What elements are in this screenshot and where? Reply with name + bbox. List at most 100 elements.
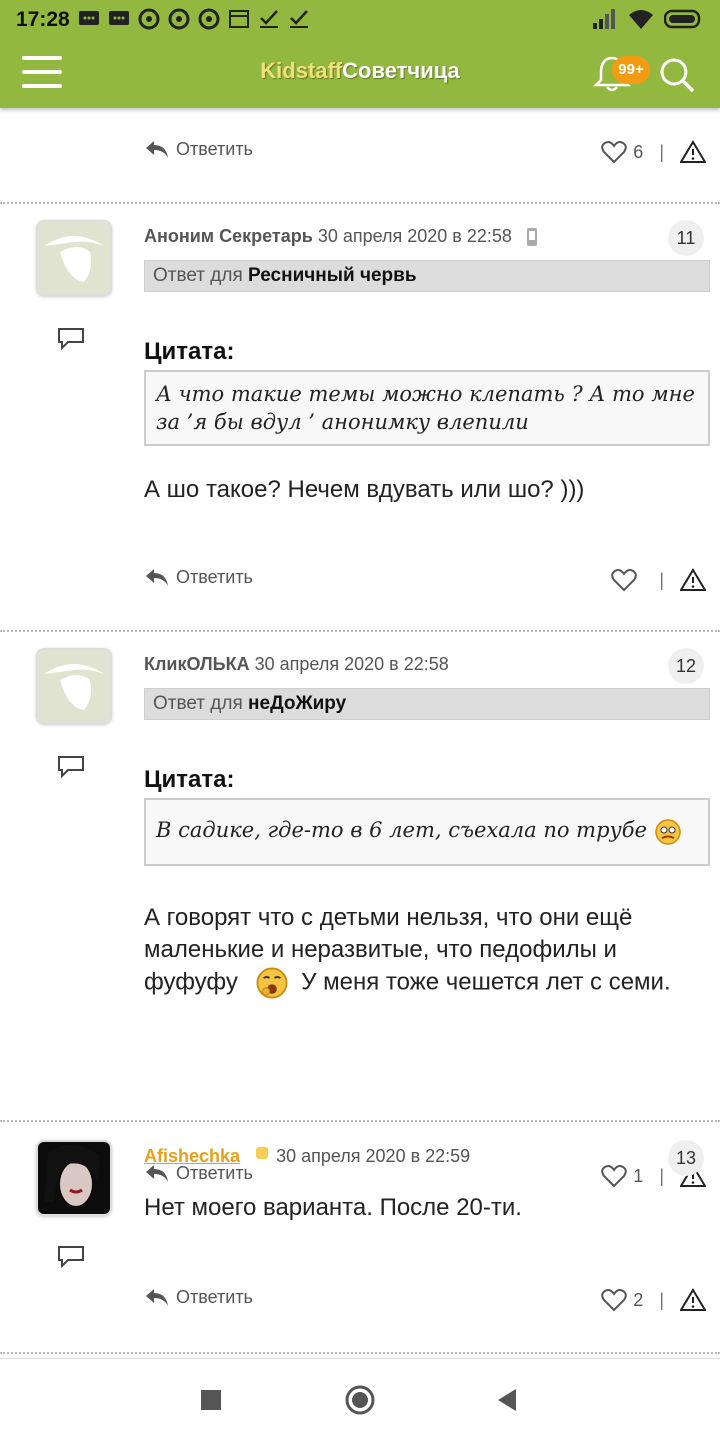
reply-arrow-icon <box>146 569 168 586</box>
chrome-icon <box>138 8 160 30</box>
status-bar: 17:28 <box>0 0 720 40</box>
message-icon <box>79 11 99 25</box>
app-bar: KidstaffСоветчица 99+ <box>0 40 720 108</box>
wifi-icon <box>629 10 653 29</box>
reply-label: Ответить <box>176 138 253 159</box>
like-button[interactable]: 1 <box>601 1164 643 1188</box>
author-name[interactable]: Afishechka <box>144 1146 240 1166</box>
reply-label: Ответить <box>176 566 253 587</box>
recent-apps-icon[interactable] <box>196 1385 226 1415</box>
home-icon[interactable] <box>344 1384 376 1416</box>
heart-icon <box>611 569 638 592</box>
check-icon <box>260 10 278 28</box>
report-warning-icon[interactable] <box>680 568 706 592</box>
like-button[interactable]: 2 <box>601 1288 643 1312</box>
reply-button[interactable]: Ответить <box>144 1286 253 1308</box>
calendar-icon <box>229 10 249 28</box>
status-time: 17:28 <box>16 8 70 31</box>
default-avatar-icon <box>38 222 110 294</box>
private-message-icon[interactable] <box>56 754 86 780</box>
reply-button[interactable]: Ответить <box>144 138 253 160</box>
reply-to-prefix: Ответ для <box>153 693 243 714</box>
private-message-icon[interactable] <box>56 1244 86 1270</box>
heart-icon <box>601 1289 628 1312</box>
comment-number: 12 <box>668 648 704 684</box>
like-count: 1 <box>633 1165 644 1186</box>
like-button[interactable] <box>611 568 643 592</box>
comment-actions: 2 | <box>601 1288 706 1312</box>
quote-title: Цитата: <box>144 338 235 365</box>
default-avatar-icon <box>38 650 110 722</box>
avatar[interactable] <box>36 648 112 724</box>
logo-sovetchica: Советчица <box>342 58 460 83</box>
reply-to-bar[interactable]: Ответ для неДоЖиру <box>144 688 710 720</box>
separator: | <box>659 141 664 162</box>
comment-number: 11 <box>668 220 704 256</box>
reply-to-prefix: Ответ для <box>153 265 243 286</box>
avatar[interactable] <box>36 220 112 296</box>
report-warning-icon[interactable] <box>680 140 706 164</box>
comment-date: 30 апреля 2020 в 22:58 <box>317 226 512 246</box>
app-header: 17:28 KidstaffСоветчица 99+ <box>0 0 720 108</box>
reply-to-name: неДоЖиру <box>248 693 347 714</box>
avatar[interactable] <box>36 1140 112 1216</box>
divider <box>0 630 720 632</box>
message-icon <box>109 11 129 25</box>
check-icon <box>290 10 308 28</box>
user-photo-avatar <box>38 1142 110 1214</box>
comment-actions: 6 | <box>601 140 706 164</box>
like-button[interactable]: 6 <box>601 140 643 164</box>
heart-icon <box>601 141 628 164</box>
reply-to-bar[interactable]: Ответ для Ресничный червь <box>144 260 710 292</box>
comment-meta: Afishechka 30 апреля 2020 в 22:59 <box>144 1146 470 1167</box>
reply-button[interactable]: Ответить <box>144 566 253 588</box>
divider <box>0 1352 720 1354</box>
separator: | <box>659 1165 664 1186</box>
reply-arrow-icon <box>146 1289 168 1306</box>
like-count: 6 <box>633 141 644 162</box>
comment-body: Нет моего варианта. После 20-ти. <box>144 1194 522 1221</box>
confused-smiley-icon <box>654 818 681 845</box>
divider <box>0 202 720 204</box>
chrome-icon <box>198 8 220 30</box>
comment-number: 13 <box>668 1140 704 1176</box>
yawning-smiley-icon <box>256 967 288 999</box>
comment-date: 30 апреля 2020 в 22:59 <box>276 1146 471 1166</box>
comment-meta: КликОЛЬКА 30 апреля 2020 в 22:58 <box>144 654 449 675</box>
reply-to-name: Ресничный червь <box>248 265 417 286</box>
search-icon[interactable] <box>658 56 696 94</box>
comment-actions: | <box>611 568 706 592</box>
quote-block: В садике, где-то в 6 лет, съехала по тру… <box>144 798 710 866</box>
comment-meta: Аноним Секретарь 30 апреля 2020 в 22:58 <box>144 226 539 247</box>
signal-icon <box>593 9 615 29</box>
like-count: 2 <box>633 1289 644 1310</box>
quote-title: Цитата: <box>144 766 235 793</box>
system-status-icons <box>592 8 704 30</box>
report-warning-icon[interactable] <box>680 1288 706 1312</box>
divider <box>0 1120 720 1122</box>
logo-kidstaff: Kidstaff <box>260 58 343 83</box>
reply-arrow-icon <box>146 141 168 158</box>
comment-date: 30 апреля 2020 в 22:58 <box>254 654 449 674</box>
separator: | <box>659 569 664 590</box>
reply-label: Ответить <box>176 1286 253 1307</box>
chrome-icon <box>168 8 190 30</box>
comment-body-word: фуфуфу <box>144 968 238 996</box>
quote-text: В садике, где-то в 6 лет, съехала по тру… <box>156 818 647 842</box>
quote-block: А что такие темы можно клепать ? А то мн… <box>144 370 710 446</box>
system-nav-bar <box>0 1358 720 1440</box>
comment-body-text: А говорят что с детьми нельзя, что они е… <box>144 904 633 963</box>
private-message-icon[interactable] <box>56 326 86 352</box>
mobile-device-icon <box>526 228 537 247</box>
notification-icons <box>78 8 310 30</box>
separator: | <box>659 1289 664 1310</box>
notification-badge: 99+ <box>612 56 650 84</box>
heart-icon <box>601 1165 628 1188</box>
author-name[interactable]: Аноним Секретарь <box>144 226 313 246</box>
battery-icon <box>664 9 701 29</box>
author-name[interactable]: КликОЛЬКА <box>144 654 250 674</box>
comment-body-after: У меня тоже чешется лет с семи. <box>301 968 671 996</box>
back-icon[interactable] <box>492 1385 522 1415</box>
comment-body: А шо такое? Нечем вдувать или шо? ))) <box>144 476 585 503</box>
comment-body: А говорят что с детьми нельзя, что они е… <box>144 902 704 1000</box>
